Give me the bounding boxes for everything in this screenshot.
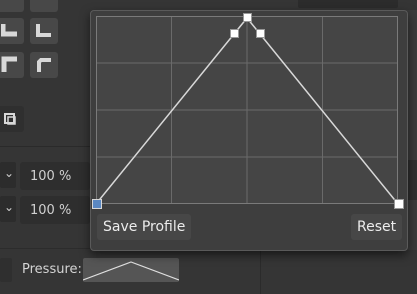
flow-percent-value: 100 % xyxy=(30,203,72,218)
bevel-icon xyxy=(37,58,51,72)
corner-join-icon xyxy=(1,24,17,37)
bevel-join-button[interactable] xyxy=(30,52,58,78)
curve-node-left[interactable] xyxy=(92,199,102,209)
pressure-left-button[interactable] xyxy=(0,258,12,282)
frame-icon xyxy=(4,113,16,125)
pressure-curve-editor xyxy=(95,16,399,205)
curve-node-right[interactable] xyxy=(394,199,404,209)
pressure-label: Pressure: xyxy=(22,262,82,277)
corner-join-alt-icon xyxy=(36,24,51,37)
miter-icon xyxy=(1,56,17,72)
pressure-curve-graph[interactable] xyxy=(95,16,399,205)
size-percent-value: 100 % xyxy=(30,169,72,184)
pressure-curve-preview[interactable] xyxy=(82,258,180,282)
save-profile-button[interactable]: Save Profile xyxy=(97,214,192,240)
size-dropdown-button[interactable]: ⌄ xyxy=(0,162,16,188)
miter-join-button[interactable] xyxy=(0,52,24,78)
stroke-join-button-top-2[interactable] xyxy=(30,0,58,12)
chevron-down-icon: ⌄ xyxy=(4,200,15,214)
corner-join-alt-button[interactable] xyxy=(30,18,58,44)
right-panel-control-1[interactable] xyxy=(298,0,398,8)
flow-dropdown-button[interactable]: ⌄ xyxy=(0,196,16,222)
reset-button[interactable]: Reset xyxy=(351,214,403,240)
frame-button[interactable] xyxy=(0,106,24,132)
panel-divider xyxy=(0,146,90,147)
stroke-join-button-top-1[interactable] xyxy=(0,0,24,12)
curve-node-peak[interactable] xyxy=(243,13,252,22)
corner-join-button[interactable] xyxy=(0,18,24,44)
pressure-curve-thumbnail xyxy=(82,261,180,281)
curve-handle-right[interactable] xyxy=(256,29,265,38)
curve-handle-left[interactable] xyxy=(230,29,239,38)
chevron-down-icon: ⌄ xyxy=(4,166,15,180)
